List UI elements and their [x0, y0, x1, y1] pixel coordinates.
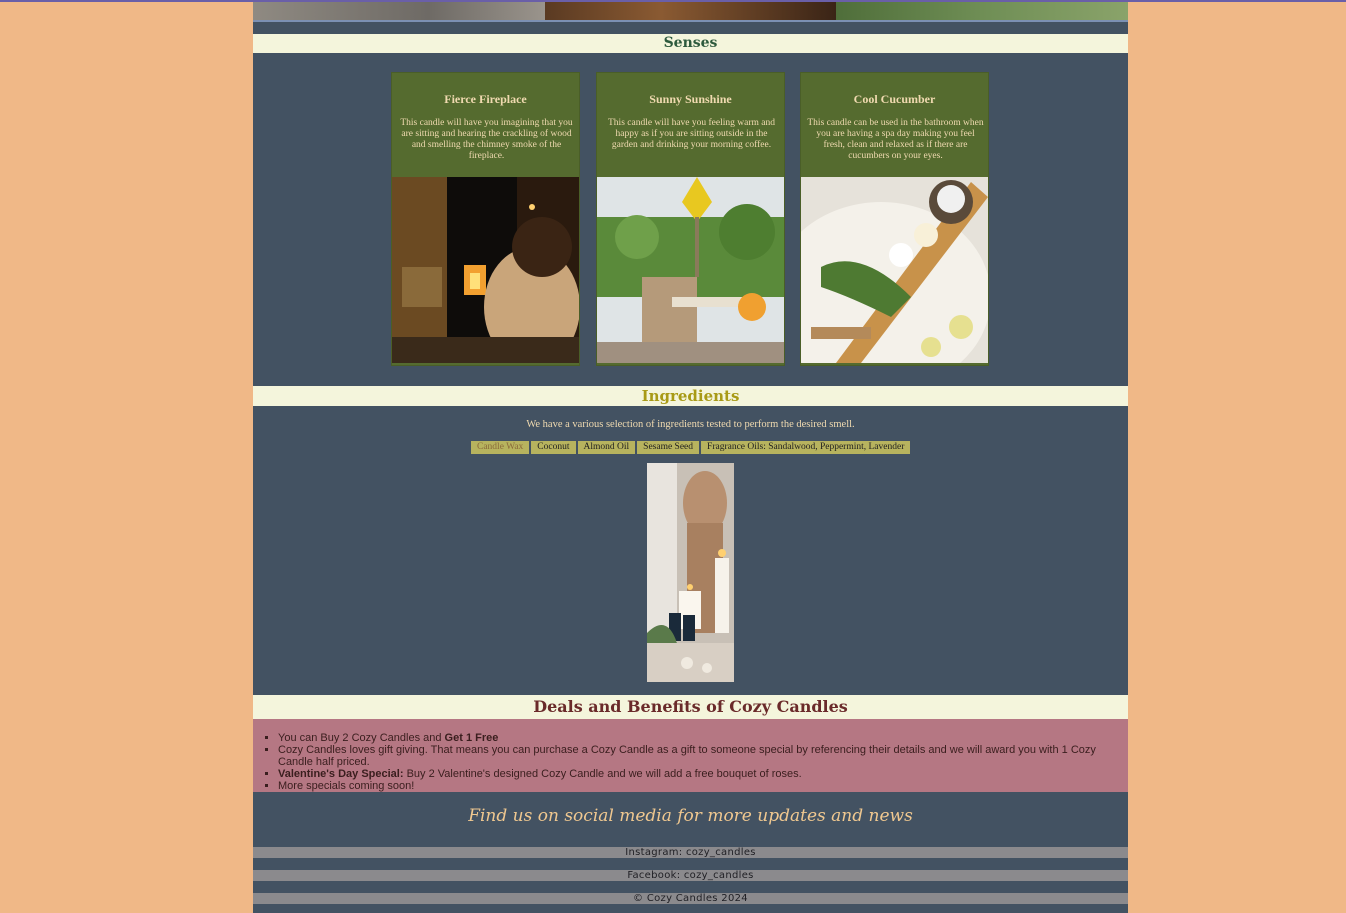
- instagram-link[interactable]: Instagram: cozy_candles: [253, 847, 1128, 858]
- fireplace-image: [392, 177, 579, 363]
- list-item: You can Buy 2 Cozy Candles and Get 1 Fre…: [278, 732, 1118, 744]
- list-item: More specials coming soon!: [278, 780, 1118, 792]
- list-item: Valentine's Day Special: Buy 2 Valentine…: [278, 768, 1118, 780]
- candles-image: [647, 463, 734, 682]
- ingredient-tag[interactable]: Almond Oil: [577, 441, 636, 454]
- card-description: This candle will have you feeling warm a…: [608, 118, 775, 150]
- bath-image: [801, 177, 988, 363]
- senses-cards: Fierce Fireplace This candle will have y…: [391, 72, 991, 368]
- senses-heading: Senses: [253, 34, 1128, 53]
- ingredients-heading: Ingredients: [253, 386, 1128, 406]
- copyright: © Cozy Candles 2024: [253, 893, 1128, 904]
- hero-image-strip: [253, 2, 1128, 20]
- page-container: Senses Fierce Fireplace This candle will…: [253, 2, 1128, 913]
- ingredient-tag[interactable]: Candle Wax: [471, 441, 530, 454]
- deals-heading: Deals and Benefits of Cozy Candles: [253, 695, 1128, 719]
- list-item: Cozy Candles loves gift giving. That mea…: [278, 744, 1118, 768]
- ingredient-tag[interactable]: Coconut: [531, 441, 576, 454]
- facebook-link[interactable]: Facebook: cozy_candles: [253, 870, 1128, 881]
- deals-list: You can Buy 2 Cozy Candles and Get 1 Fre…: [253, 719, 1128, 792]
- ingredient-tag[interactable]: Sesame Seed: [637, 441, 700, 454]
- card-description: This candle will have you imagining that…: [400, 118, 573, 161]
- divider: [253, 20, 1128, 22]
- garden-image: [597, 177, 784, 363]
- card-fierce-fireplace: Fierce Fireplace This candle will have y…: [391, 72, 580, 366]
- card-description: This candle can be used in the bathroom …: [807, 118, 984, 161]
- ingredient-tag[interactable]: Fragrance Oils: Sandalwood, Peppermint, …: [701, 441, 911, 454]
- card-title: Cool Cucumber: [853, 92, 936, 106]
- card-cool-cucumber: Cool Cucumber This candle can be used in…: [800, 72, 989, 366]
- card-sunny-sunshine: Sunny Sunshine This candle will have you…: [596, 72, 785, 366]
- social-heading: Find us on social media for more updates…: [468, 806, 913, 826]
- card-title: Fierce Fireplace: [444, 92, 527, 106]
- ingredient-tags: Candle Wax Coconut Almond Oil Sesame See…: [471, 441, 911, 454]
- ingredients-intro: We have a various selection of ingredien…: [526, 419, 855, 430]
- card-title: Sunny Sunshine: [649, 92, 732, 106]
